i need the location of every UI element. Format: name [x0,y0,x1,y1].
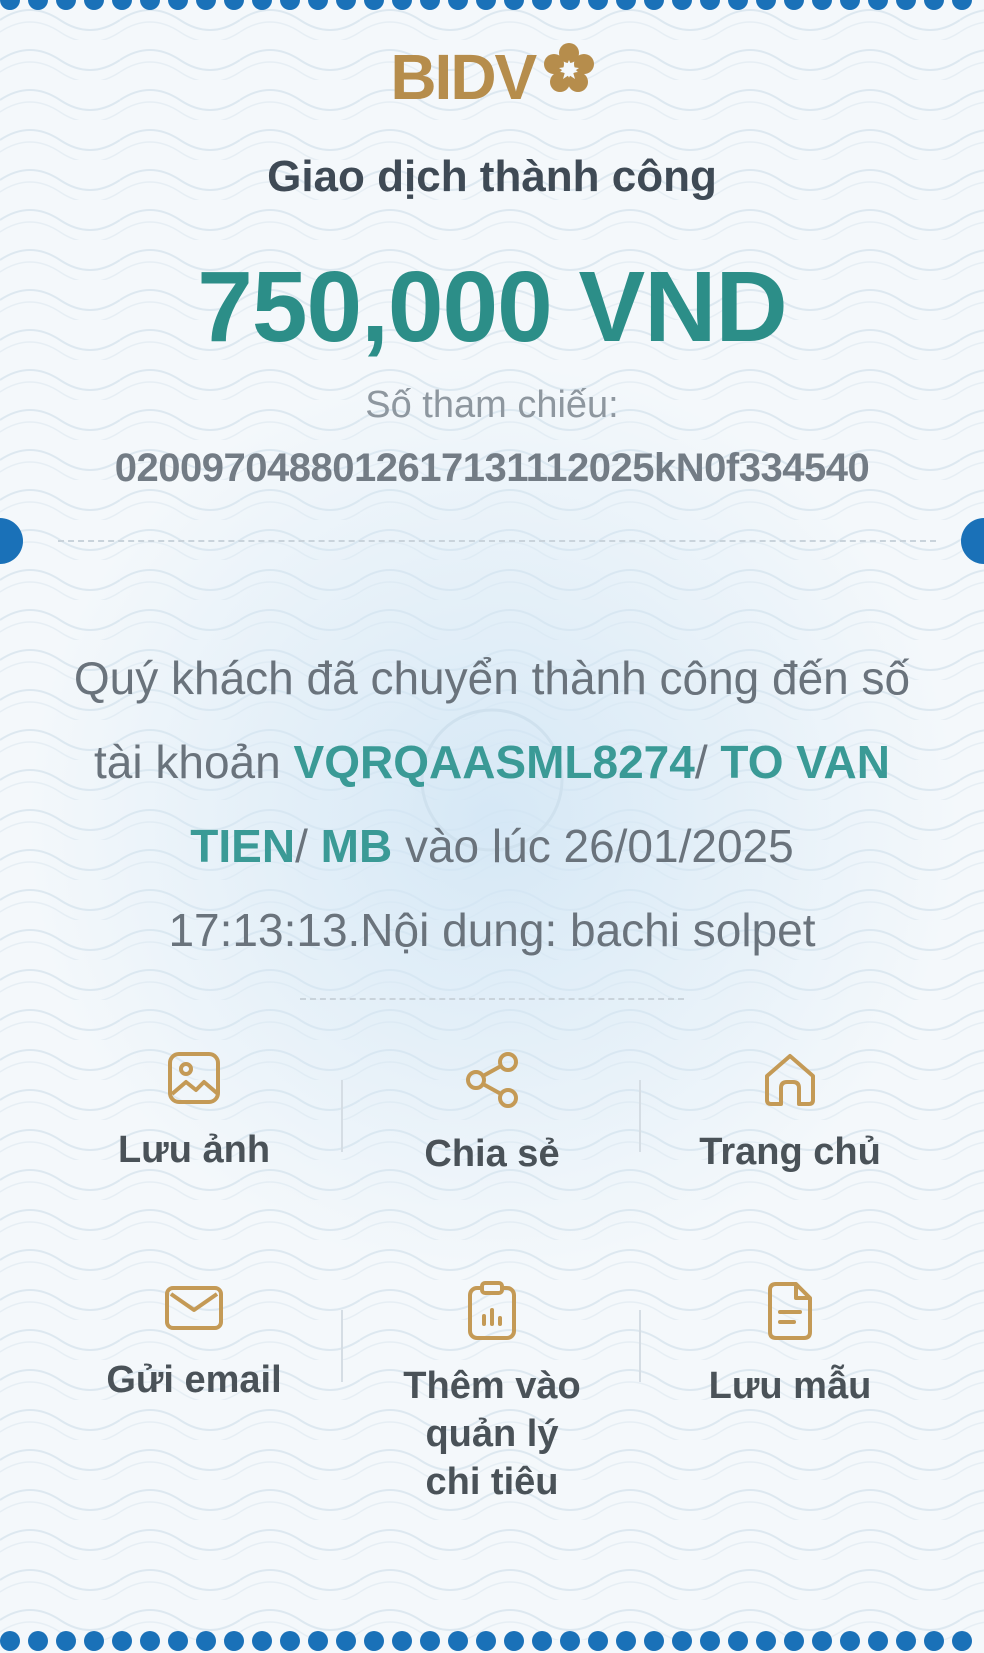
mail-icon [165,1286,223,1330]
logo-text: BIDV [390,41,537,113]
separator: / [694,736,721,788]
add-to-spending-button[interactable]: Thêm vào quản lý chi tiêu [343,1280,641,1506]
save-template-button[interactable]: Lưu mẫu [641,1280,939,1506]
reference-label: Số tham chiếu: [365,384,619,426]
action-label: Trang chủ [699,1131,881,1173]
clipboard-chart-icon [468,1281,516,1340]
transfer-message: Quý khách đã chuyển thành công đến số tà… [60,636,924,972]
bank-name: MB [320,820,393,872]
action-label: Gửi email [106,1359,282,1401]
share-icon [466,1052,518,1108]
transfer-amount: 750,000 VND [197,251,787,363]
dashed-divider [58,540,936,542]
share-button[interactable]: Chia sẻ [343,1050,641,1178]
home-icon [765,1054,815,1106]
bidv-logo: BIDV [0,40,984,114]
account-number: VQRQAASML8274 [293,736,695,788]
home-button[interactable]: Trang chủ [641,1050,939,1178]
separator: / [295,820,321,872]
image-icon [168,1052,220,1104]
action-label: Chia sẻ [424,1133,560,1175]
save-image-button[interactable]: Lưu ảnh [45,1050,343,1178]
action-label: Thêm vào quản lý chi tiêu [403,1365,581,1503]
dashed-divider-short [300,998,684,1000]
status-title: Giao dịch thành công [267,152,717,201]
action-label: Lưu mẫu [708,1365,872,1407]
send-email-button[interactable]: Gửi email [45,1280,343,1506]
flower-logo-icon [543,43,594,92]
action-row: Lưu ảnh Chia sẻ Trang chủ [45,1050,939,1178]
receipt-card: BIDV Giao dịch thành công 750,000 VND Số… [0,0,984,1641]
document-icon [768,1282,812,1340]
action-row: Gửi email Thêm vào quản lý chi tiêu Lưu … [45,1280,939,1506]
action-label: Lưu ảnh [117,1129,271,1171]
reference-number: 0200970488012617131112025kN0f334540 [114,446,870,490]
